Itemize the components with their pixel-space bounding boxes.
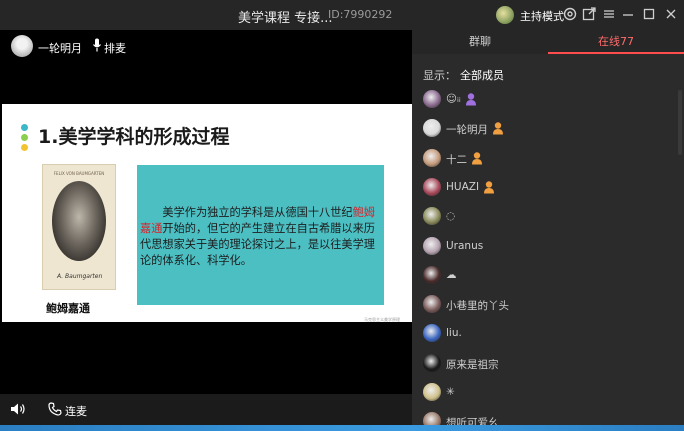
member-item[interactable]: 一轮明月: [423, 117, 673, 141]
member-avatar: [423, 178, 441, 196]
member-avatar: [423, 149, 441, 167]
tab-online-members[interactable]: 在线77: [548, 30, 684, 54]
filter-value[interactable]: 全部成员: [460, 69, 504, 82]
member-name: 原来是祖宗: [446, 359, 499, 371]
side-panel: 群聊 在线77 显示： 全部成员 ☺ᵢᵢ 一轮明月十二 HUAZI ◌ Uranus ☁ 小巷…: [412, 30, 684, 430]
host-mode-button[interactable]: 主持模式: [520, 8, 564, 24]
member-item[interactable]: liu.: [423, 322, 673, 346]
taskbar-strip: [0, 425, 684, 431]
host-avatar[interactable]: [496, 6, 514, 24]
member-item[interactable]: 原来是祖宗: [423, 352, 673, 376]
member-role-icon: [472, 152, 482, 165]
member-item[interactable]: 小巷里的丫头: [423, 293, 673, 317]
member-item[interactable]: HUAZI: [423, 176, 673, 200]
menu-icon[interactable]: [601, 7, 617, 23]
filter-label: 显示：: [423, 69, 456, 82]
speaker-icon[interactable]: [10, 402, 26, 416]
presenter-avatar: [11, 35, 33, 57]
minimize-icon[interactable]: [620, 7, 636, 23]
member-name: ☁: [446, 269, 457, 281]
tab-group-chat[interactable]: 群聊: [412, 30, 548, 54]
member-name: 一轮明月: [446, 124, 488, 136]
member-avatar: [423, 266, 441, 284]
member-avatar: [423, 354, 441, 372]
member-name: HUAZI: [446, 181, 480, 193]
member-name: liu.: [446, 327, 462, 339]
title-dot-1: [21, 124, 28, 131]
portrait-name: 鲍姆嘉通: [46, 302, 90, 315]
member-name: 小巷里的丫头: [446, 300, 509, 312]
phone-icon[interactable]: [48, 402, 62, 416]
bottom-control-bar: 连麦: [0, 394, 412, 425]
title-bar: 美学课程 专接... ID:7990292 主持模式: [0, 0, 684, 30]
member-avatar: [423, 237, 441, 255]
portrait-photo: [52, 181, 106, 261]
slide-text-box: 美学作为独立的学科是从德国十八世纪鲍姆嘉通开始的，但它的产生建立在自古希腊以来历…: [137, 165, 384, 305]
slide-paragraph: 美学作为独立的学科是从德国十八世纪鲍姆嘉通开始的，但它的产生建立在自古希腊以来历…: [140, 205, 380, 269]
share-icon[interactable]: [581, 7, 597, 23]
member-item[interactable]: ✳: [423, 381, 673, 405]
close-icon[interactable]: [663, 7, 679, 23]
title-dots: [21, 124, 29, 154]
presentation-slide: 1.美学学科的形成过程 FELIX VON BAUMGARTEN A. Baum…: [2, 104, 412, 322]
member-item[interactable]: ☁: [423, 264, 673, 288]
mic-icon[interactable]: [92, 38, 102, 52]
member-name: 十二: [446, 154, 467, 166]
member-item[interactable]: 十二: [423, 147, 673, 171]
presenter-name: 一轮明月: [38, 42, 82, 55]
member-avatar: [423, 324, 441, 342]
paragraph-text-after: 开始的，但它的产生建立在自古希腊以来历代思想家关于美的理论探讨之上，是以往美学理…: [140, 222, 375, 267]
room-id: ID:7990292: [328, 8, 393, 21]
member-name: ◌: [446, 210, 456, 222]
queue-mic-button[interactable]: 排麦: [104, 40, 126, 56]
member-role-icon: [484, 181, 495, 194]
paragraph-text-before: 美学作为独立的学科是从德国十八世纪: [162, 206, 353, 219]
panel-tabs: 群聊 在线77: [412, 30, 684, 54]
member-item[interactable]: Uranus: [423, 235, 673, 259]
member-avatar: [423, 383, 441, 401]
member-list-scrollbar[interactable]: [678, 90, 682, 155]
member-role-icon: [493, 122, 503, 135]
slide-footnote: 马克思主义美学原理: [364, 317, 400, 322]
member-role-icon: [465, 93, 476, 106]
maximize-icon[interactable]: [641, 7, 657, 23]
title-dot-2: [21, 134, 28, 141]
connect-mic-button[interactable]: 连麦: [65, 403, 87, 419]
member-filter[interactable]: 显示： 全部成员: [423, 67, 504, 83]
member-avatar: [423, 207, 441, 225]
member-avatar: [423, 90, 441, 108]
portrait-image: FELIX VON BAUMGARTEN A. Baumgarten: [42, 164, 116, 290]
member-name: ✳: [446, 386, 455, 398]
window-title: 美学课程 专接...: [238, 11, 333, 26]
member-name: ☺ᵢᵢ: [446, 93, 461, 105]
title-dot-3: [21, 144, 28, 151]
portrait-caption: FELIX VON BAUMGARTEN: [53, 171, 105, 176]
settings-icon[interactable]: [562, 7, 578, 23]
member-avatar: [423, 295, 441, 313]
member-name: Uranus: [446, 240, 484, 252]
slide-title: 1.美学学科的形成过程: [38, 126, 230, 148]
member-item[interactable]: ☺ᵢᵢ: [423, 88, 673, 112]
portrait-signature: A. Baumgarten: [57, 273, 103, 280]
member-avatar: [423, 119, 441, 137]
member-item[interactable]: ◌: [423, 205, 673, 229]
